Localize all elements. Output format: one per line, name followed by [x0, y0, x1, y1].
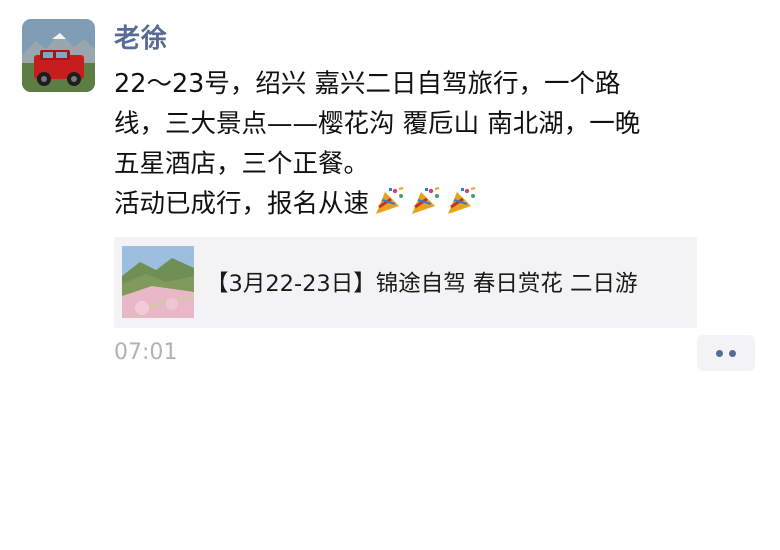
link-card[interactable]: 【3月22-23日】锦途自驾 春日赏花 二日游 — [114, 237, 697, 328]
author-name[interactable]: 老徐 — [114, 18, 168, 55]
post-text: 22～23号，绍兴 嘉兴二日自驾旅行，一个路 线，三大景点——樱花沟 覆卮山 南… — [114, 64, 754, 224]
post-text-line-text: 活动已成行，报名从速 — [114, 189, 370, 219]
post-text-line: 线，三大景点——樱花沟 覆卮山 南北湖，一晚 — [114, 109, 641, 139]
more-dots-icon — [729, 349, 736, 357]
party-popper-icon — [373, 186, 405, 216]
party-popper-icon — [445, 186, 477, 216]
post-text-line: 五星酒店，三个正餐。 — [114, 149, 370, 179]
avatar[interactable] — [22, 19, 95, 92]
post-timestamp: 07:01 — [114, 340, 178, 365]
post-text-line: 22～23号，绍兴 嘉兴二日自驾旅行，一个路 — [114, 69, 621, 99]
more-dots-icon — [716, 349, 723, 357]
more-button[interactable] — [697, 335, 755, 371]
link-thumbnail — [122, 246, 194, 318]
post-text-line-last: 活动已成行，报名从速 — [114, 184, 754, 224]
party-popper-icon — [409, 186, 441, 216]
link-card-title: 【3月22-23日】锦途自驾 春日赏花 二日游 — [206, 271, 638, 297]
